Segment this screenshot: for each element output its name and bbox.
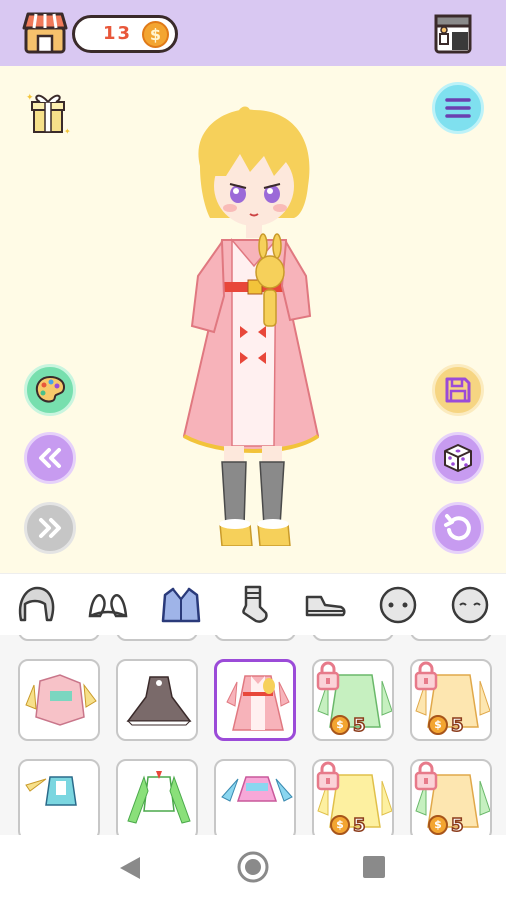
menu-button[interactable] <box>432 82 484 134</box>
top-bar: 13 $ <box>0 0 506 66</box>
home-circle-icon[interactable] <box>237 851 269 883</box>
outfit-thumbnail <box>126 676 192 726</box>
item-price-value: 5 <box>450 814 464 835</box>
undo-button[interactable] <box>432 502 484 554</box>
grid-item-locked[interactable]: $ 5 <box>312 759 394 835</box>
tab-accessory[interactable] <box>83 580 133 630</box>
outfit-thumbnail <box>25 674 97 726</box>
svg-text:✦: ✦ <box>64 127 71 136</box>
double-chevron-right-icon <box>39 518 61 538</box>
color-palette-button[interactable] <box>24 364 76 416</box>
tab-face[interactable] <box>373 580 423 630</box>
recent-apps-square-icon[interactable] <box>363 856 385 878</box>
item-price: $ 5 <box>428 714 464 737</box>
coin-icon: $ <box>330 815 350 835</box>
tab-hair[interactable] <box>11 580 61 630</box>
grid-item-partial[interactable] <box>214 635 296 641</box>
coin-count: 13 <box>103 23 133 44</box>
item-price: $ 5 <box>330 714 366 737</box>
expression-icon <box>451 586 489 623</box>
item-price: $ 5 <box>330 814 366 835</box>
item-price: $ 5 <box>428 814 464 835</box>
face-icon <box>379 586 416 623</box>
outfit-thumbnail <box>25 776 77 806</box>
outfit-thumbnail <box>127 771 191 824</box>
grid-item-partial[interactable] <box>116 635 198 641</box>
coin-counter: 13 $ <box>72 15 178 53</box>
tab-expression[interactable] <box>445 580 495 630</box>
system-nav-bar <box>0 835 506 900</box>
coin-icon: $ <box>428 815 448 835</box>
doll-character <box>182 106 320 546</box>
grid-item[interactable] <box>18 659 100 741</box>
lock-icon <box>316 661 340 691</box>
lock-icon <box>414 661 438 691</box>
previous-button[interactable] <box>24 432 76 484</box>
grid-item-locked[interactable]: $ 5 <box>410 759 492 835</box>
dice-icon <box>444 444 472 472</box>
grid-item-partial[interactable] <box>312 635 394 641</box>
grid-item[interactable] <box>116 759 198 835</box>
coin-icon: $ <box>428 715 448 735</box>
grid-item[interactable] <box>214 759 296 835</box>
gift-icon[interactable]: ✦ ✦ <box>22 86 74 138</box>
outfit-grid: $ 5 $ 5 $ 5 $ 5 <box>0 635 506 835</box>
jacket-icon <box>161 587 200 622</box>
dressup-stage: ✦ ✦ <box>0 66 506 573</box>
outfit-thumbnail <box>226 675 290 731</box>
grid-item-selected[interactable] <box>214 659 296 741</box>
save-button[interactable] <box>432 364 484 416</box>
back-triangle-icon[interactable] <box>118 855 142 881</box>
grid-item-partial[interactable] <box>18 635 100 641</box>
item-price-value: 5 <box>352 714 366 737</box>
grid-item[interactable] <box>18 759 100 835</box>
coin-icon: $ <box>330 715 350 735</box>
grid-item[interactable] <box>116 659 198 741</box>
sock-icon <box>242 585 268 623</box>
tab-socks[interactable] <box>228 580 278 630</box>
wardrobe-icon[interactable] <box>430 10 476 56</box>
lock-icon <box>414 761 438 791</box>
outfit-thumbnail <box>221 776 293 802</box>
item-price-value: 5 <box>352 814 366 835</box>
coin-icon: $ <box>142 21 169 48</box>
palette-icon <box>35 375 66 403</box>
tab-top[interactable] <box>156 580 206 630</box>
shop-icon[interactable] <box>22 10 68 56</box>
hamburger-icon <box>445 98 471 118</box>
svg-text:✦: ✦ <box>26 93 34 103</box>
random-outfit-button[interactable] <box>432 432 484 484</box>
tab-shoes[interactable] <box>300 580 350 630</box>
grid-item-locked[interactable]: $ 5 <box>410 659 492 741</box>
double-chevron-left-icon <box>39 448 61 468</box>
shoe-icon <box>306 595 346 616</box>
bunny-ears-icon <box>89 593 128 617</box>
grid-item-locked[interactable]: $ 5 <box>312 659 394 741</box>
undo-icon <box>444 514 471 541</box>
item-price-value: 5 <box>450 714 464 737</box>
lock-icon <box>316 761 340 791</box>
grid-item-partial[interactable] <box>410 635 492 641</box>
hair-icon <box>19 586 55 621</box>
category-tabs <box>0 573 506 635</box>
next-button[interactable] <box>24 502 76 554</box>
floppy-disk-icon <box>445 377 471 403</box>
